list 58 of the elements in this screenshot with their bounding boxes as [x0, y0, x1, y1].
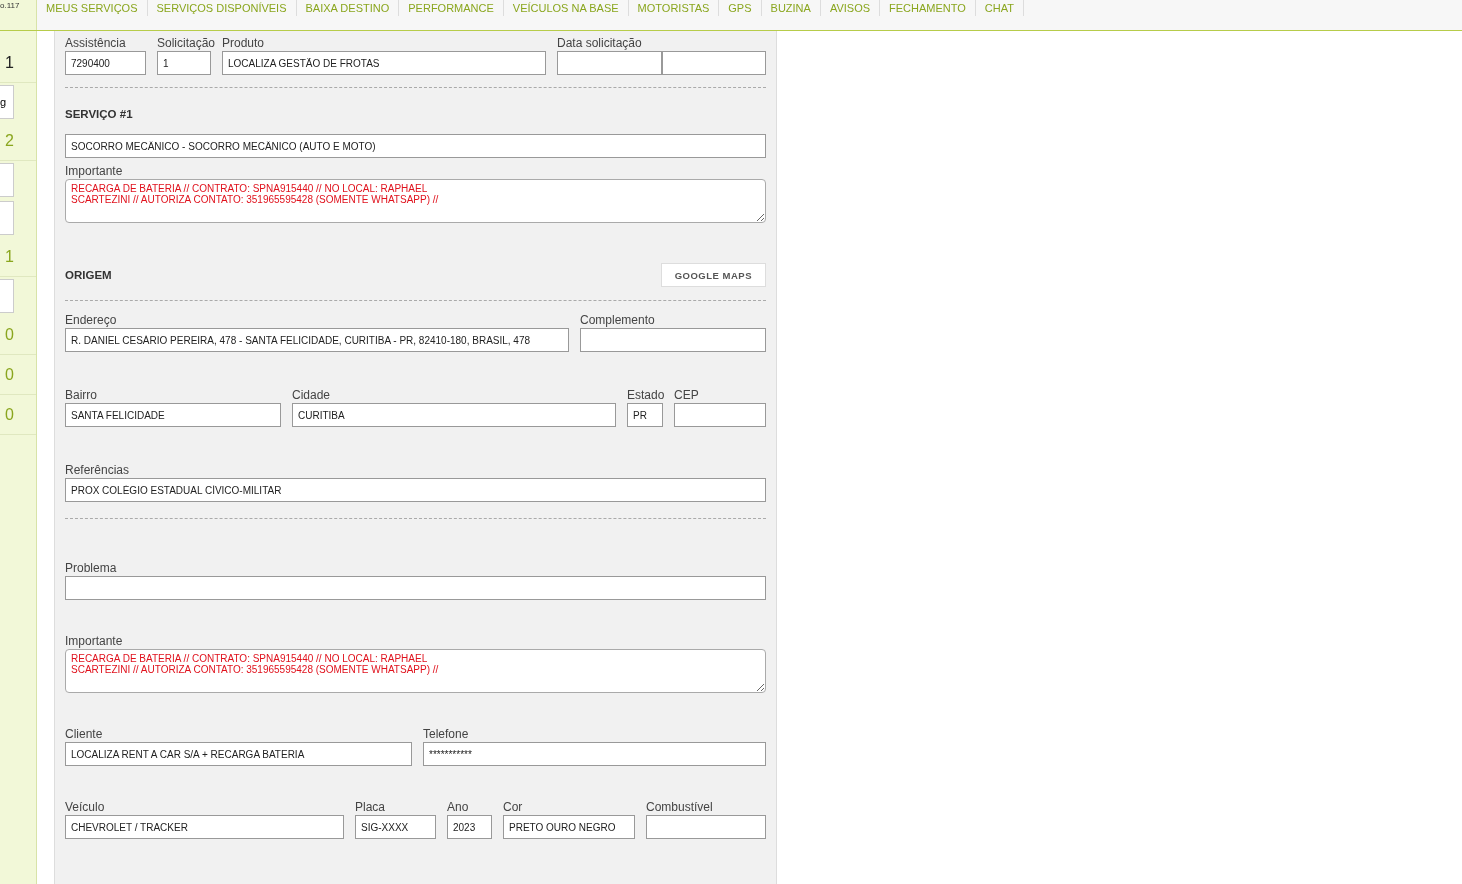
input-field[interactable]: R. DANIEL CESÁRIO PEREIRA, 478 - SANTA FELICIDADE, CURITIBA - PR, 82410-180, BRASIL, 478	[65, 328, 569, 352]
version-text: o.117	[0, 1, 20, 10]
field-label: Veículo	[65, 800, 105, 815]
field-label: Solicitação	[157, 36, 216, 51]
section-title: SERVIÇO #1	[65, 108, 133, 120]
field-label: Cor	[503, 800, 523, 815]
input-field[interactable]: 2023	[447, 815, 492, 839]
input-field[interactable]: ***********	[423, 742, 766, 766]
input-field[interactable]	[557, 51, 662, 75]
field-label: Complemento	[580, 313, 655, 328]
count-number: 0	[5, 405, 14, 424]
input-field[interactable]	[0, 201, 14, 235]
field-label: Importante	[65, 634, 123, 649]
input-field[interactable]	[661, 51, 766, 75]
input-field[interactable]: SOCORRO MECÂNICO - SOCORRO MECÂNICO (AUTO E MOTO)	[65, 134, 766, 158]
field-label: Bairro	[65, 388, 97, 403]
input-field[interactable]	[674, 403, 766, 427]
input-field[interactable]: 7290400	[65, 51, 146, 75]
field-label: Referências	[65, 463, 130, 478]
count-number: 1	[5, 247, 14, 266]
field-label: Cliente	[65, 727, 103, 742]
field-label: Placa	[355, 800, 386, 815]
count-number: 0	[5, 325, 14, 344]
input-field[interactable]: PR	[627, 403, 663, 427]
field-label: Telefone	[423, 727, 469, 742]
field-label: Endereço	[65, 313, 117, 328]
input-field[interactable]: 1	[157, 51, 211, 75]
input-field[interactable]	[0, 163, 14, 197]
input-field[interactable]: PROX COLÉGIO ESTADUAL CÍVICO-MILITAR	[65, 478, 766, 502]
field-label: Cidade	[292, 388, 331, 403]
input-field[interactable]: CHEVROLET / TRACKER	[65, 815, 344, 839]
input-field[interactable]: SIG-XXXX	[355, 815, 436, 839]
count-number: 0	[5, 365, 14, 384]
field-label: Ano	[447, 800, 469, 815]
text-area[interactable]: RECARGA DE BATERIA // CONTRATO: SPNA915440 // NO LOCAL: RAPHAEL SCARTEZINI // AUTORIZA CONTATO: 351965595428 (SOMENTE WHATSAPP) //	[65, 649, 766, 693]
input-field[interactable]: LOCALIZA RENT A CAR S/A + RECARGA BATERIA	[65, 742, 412, 766]
input-field[interactable]: CURITIBA	[292, 403, 616, 427]
field-label: Produto	[222, 36, 265, 51]
section-title: ORIGEM	[65, 269, 112, 281]
text-area[interactable]: RECARGA DE BATERIA // CONTRATO: SPNA915440 // NO LOCAL: RAPHAEL SCARTEZINI // AUTORIZA CONTATO: 351965595428 (SOMENTE WHATSAPP) //	[65, 179, 766, 223]
field-label: Assistência	[65, 36, 126, 51]
maps-button[interactable]: GOOGLE MAPS	[660, 263, 766, 287]
field-label: CEP	[674, 388, 699, 403]
field-label: Combustível	[646, 800, 713, 815]
input-field[interactable]: g	[0, 85, 14, 119]
input-field[interactable]: SANTA FELICIDADE	[65, 403, 281, 427]
count-number: 2	[5, 131, 14, 150]
field-label: Importante	[65, 164, 123, 179]
field-label: Problema	[65, 561, 117, 576]
input-field[interactable]	[580, 328, 766, 352]
field-label: Data solicitação	[557, 36, 642, 51]
input-field[interactable]	[646, 815, 766, 839]
count-number: 1	[5, 53, 14, 72]
input-field[interactable]	[0, 279, 14, 313]
input-field[interactable]: LOCALIZA GESTÃO DE FROTAS	[222, 51, 546, 75]
input-field[interactable]	[65, 576, 766, 600]
field-label: Estado	[627, 388, 665, 403]
input-field[interactable]: PRETO OURO NEGRO	[503, 815, 635, 839]
